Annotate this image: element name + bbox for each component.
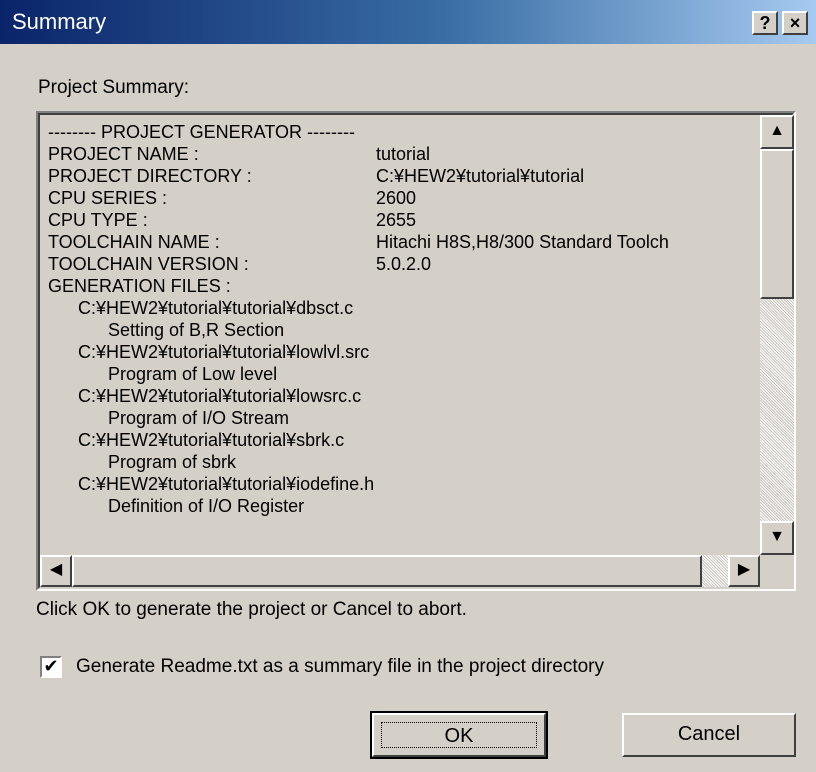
summary-value: C:¥HEW2¥tutorial¥tutorial — [376, 166, 585, 186]
vertical-scrollbar[interactable]: ▲ ▼ — [760, 115, 794, 555]
file-path: C:¥HEW2¥tutorial¥tutorial¥dbsct.c — [78, 298, 354, 318]
summary-dialog: Summary ? × Project Summary: -------- PR… — [0, 0, 816, 772]
scrollbar-corner — [760, 555, 794, 587]
horizontal-scroll-thumb[interactable] — [72, 555, 702, 587]
file-description: Program of sbrk — [108, 452, 237, 472]
generator-header-line: -------- PROJECT GENERATOR -------- — [48, 122, 355, 142]
title-bar[interactable]: Summary ? × — [0, 0, 816, 44]
readme-checkbox[interactable]: ✔ — [40, 656, 62, 678]
summary-textbox[interactable]: -------- PROJECT GENERATOR -------- PROJ… — [36, 111, 796, 591]
cancel-button[interactable]: Cancel — [622, 713, 796, 757]
help-button[interactable]: ? — [752, 11, 778, 35]
file-description: Setting of B,R Section — [108, 320, 285, 340]
summary-key: TOOLCHAIN VERSION : — [48, 254, 249, 274]
file-description: Program of I/O Stream — [108, 408, 290, 428]
summary-key: PROJECT NAME : — [48, 144, 199, 164]
ok-button-label: OK — [381, 722, 537, 748]
ok-button[interactable]: OK — [370, 711, 548, 759]
readme-checkbox-label[interactable]: Generate Readme.txt as a summary file in… — [76, 655, 604, 679]
scroll-down-icon[interactable]: ▼ — [760, 521, 794, 555]
summary-key: CPU SERIES : — [48, 188, 168, 208]
file-path: C:¥HEW2¥tutorial¥tutorial¥iodefine.h — [78, 474, 375, 494]
summary-content: -------- PROJECT GENERATOR -------- PROJ… — [48, 121, 760, 565]
scroll-right-icon[interactable]: ▶ — [728, 555, 760, 587]
summary-key: PROJECT DIRECTORY : — [48, 166, 252, 186]
close-button[interactable]: × — [782, 11, 808, 35]
summary-value: tutorial — [376, 144, 431, 164]
summary-key: TOOLCHAIN NAME : — [48, 232, 220, 252]
file-description: Definition of I/O Register — [108, 496, 305, 516]
scroll-left-icon[interactable]: ◀ — [40, 555, 72, 587]
summary-value: 2600 — [376, 188, 417, 208]
file-path: C:¥HEW2¥tutorial¥tutorial¥lowsrc.c — [78, 386, 362, 406]
scroll-up-icon[interactable]: ▲ — [760, 115, 794, 149]
window-title: Summary — [12, 9, 107, 34]
summary-key: CPU TYPE : — [48, 210, 148, 230]
file-path: C:¥HEW2¥tutorial¥tutorial¥sbrk.c — [78, 430, 345, 450]
summary-value: 2655 — [376, 210, 417, 230]
vertical-scroll-thumb[interactable] — [760, 149, 794, 299]
file-path: C:¥HEW2¥tutorial¥tutorial¥lowlvl.src — [78, 342, 370, 362]
file-description: Program of Low level — [108, 364, 278, 384]
summary-value: 5.0.2.0 — [376, 254, 432, 274]
instruction-text: Click OK to generate the project or Canc… — [36, 599, 467, 620]
horizontal-scrollbar[interactable]: ◀ ▶ — [40, 555, 760, 587]
project-summary-label: Project Summary: — [38, 77, 189, 98]
generation-files-label: GENERATION FILES : — [48, 276, 231, 296]
summary-value: Hitachi H8S,H8/300 Standard Toolch — [376, 232, 669, 252]
